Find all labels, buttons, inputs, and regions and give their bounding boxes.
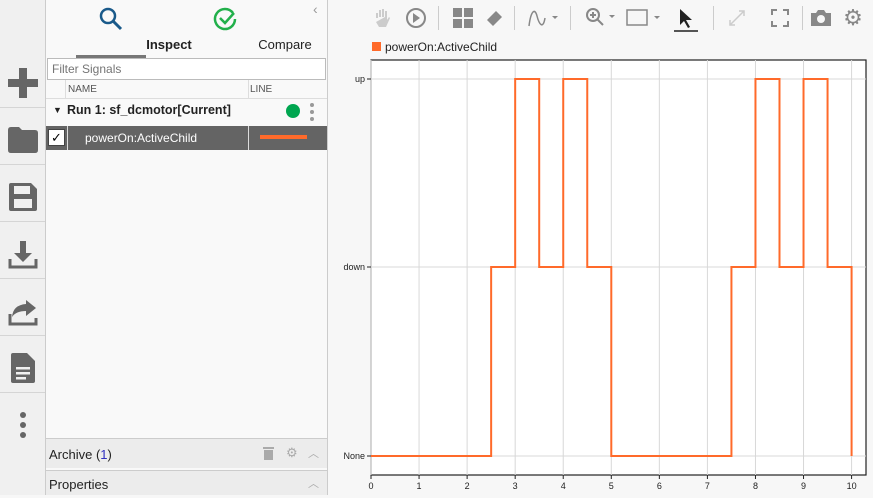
gear-icon: ⚙	[843, 5, 863, 30]
share-icon	[8, 299, 37, 325]
run-menu-icon[interactable]	[309, 102, 315, 122]
pan-button[interactable]	[370, 6, 394, 30]
plot-toolbar: ⚙	[328, 0, 873, 36]
x-tick-label: 6	[657, 481, 662, 491]
x-tick-label: 7	[705, 481, 710, 491]
run-row[interactable]: ▼ Run 1: sf_dcmotor[Current]	[46, 99, 327, 125]
cursor-button[interactable]	[674, 6, 698, 32]
settings-button[interactable]: ⚙	[841, 5, 865, 30]
fullscreen-button[interactable]	[768, 6, 792, 30]
run-status-dot	[286, 104, 300, 118]
download-icon	[8, 240, 37, 268]
x-tick-label: 0	[368, 481, 373, 491]
search-icon	[99, 7, 123, 31]
signal-row[interactable]: ✓ powerOn:ActiveChild	[46, 126, 327, 150]
zoom-button[interactable]	[584, 6, 620, 30]
expand-button[interactable]	[725, 6, 749, 30]
tab-compare[interactable]: Compare	[165, 0, 312, 58]
new-button[interactable]	[0, 58, 45, 108]
document-icon	[10, 352, 35, 383]
save-button[interactable]	[0, 172, 45, 222]
signal-checkbox[interactable]: ✓	[48, 129, 65, 146]
clear-button[interactable]	[483, 6, 507, 30]
play-circle-icon	[406, 8, 426, 28]
tab-inspect[interactable]: Inspect	[49, 0, 192, 58]
camera-icon	[811, 10, 831, 26]
x-tick-label: 5	[609, 481, 614, 491]
plot-area: 0 1 2 3 4 5 6 7 8 9 10 None down up powerOn:ActiveChil…	[328, 36, 873, 495]
fit-to-view-button[interactable]	[626, 6, 666, 30]
y-tick-label: down	[343, 262, 365, 272]
archive-settings-icon[interactable]: ⚙	[286, 445, 298, 461]
expand-arrows-icon	[729, 10, 745, 26]
signal-table-header: NAME LINE	[46, 80, 327, 99]
grid-layout-icon	[453, 8, 473, 28]
plus-icon	[7, 67, 38, 98]
x-tick-label: 2	[465, 481, 470, 491]
more-button[interactable]	[0, 400, 45, 450]
archive-section[interactable]: Archive (1) ⚙ ︿	[46, 438, 327, 468]
column-name[interactable]: NAME	[68, 84, 97, 95]
folder-icon	[7, 126, 38, 153]
trash-icon[interactable]	[263, 446, 274, 460]
share-button[interactable]	[0, 286, 45, 336]
x-tick-label: 9	[801, 481, 806, 491]
zoom-in-icon	[586, 8, 615, 26]
left-toolbar	[0, 0, 46, 495]
report-button[interactable]	[0, 343, 45, 393]
x-tick-label: 10	[847, 481, 857, 491]
fit-view-icon	[626, 9, 660, 26]
archive-collapse-icon[interactable]: ︿	[308, 445, 319, 461]
legend-swatch	[372, 42, 381, 51]
properties-section[interactable]: Properties ︿	[46, 470, 327, 495]
x-tick-label: 1	[417, 481, 422, 491]
expand-triangle-icon[interactable]: ▼	[53, 105, 62, 115]
signal-name: powerOn:ActiveChild	[85, 131, 198, 145]
replay-button[interactable]	[404, 6, 428, 30]
layout-button[interactable]	[451, 6, 475, 30]
save-icon	[8, 182, 37, 211]
fullscreen-icon	[771, 9, 789, 27]
y-tick-label: up	[355, 74, 365, 84]
visualization-button[interactable]	[526, 6, 562, 30]
chart[interactable]: 0 1 2 3 4 5 6 7 8 9 10 None down up powerOn:ActiveChil…	[328, 36, 873, 495]
archive-label: Archive (1)	[49, 447, 112, 462]
snapshot-button[interactable]	[809, 6, 833, 30]
tab-compare-label: Compare	[258, 37, 312, 52]
open-button[interactable]	[0, 115, 45, 165]
x-tick-label: 3	[513, 481, 518, 491]
y-tick-label: None	[343, 451, 365, 461]
legend-label: powerOn:ActiveChild	[385, 40, 497, 54]
properties-label: Properties	[49, 477, 109, 492]
waveform-icon	[528, 10, 558, 27]
export-button[interactable]	[0, 229, 45, 279]
filter-signals-input[interactable]	[47, 58, 326, 80]
run-label: Run 1: sf_dcmotor[Current]	[67, 103, 231, 117]
x-tick-label: 4	[561, 481, 566, 491]
more-vertical-icon	[19, 412, 26, 438]
eraser-icon	[487, 11, 502, 26]
signal-line-swatch[interactable]	[260, 135, 307, 139]
check-circle-icon	[213, 7, 237, 31]
x-tick-label: 8	[753, 481, 758, 491]
signal-panel: Inspect Compare ‹ NAME LINE ▼ Run 1: sf_…	[46, 0, 328, 495]
hand-icon	[376, 9, 390, 27]
column-line[interactable]: LINE	[250, 84, 272, 95]
properties-collapse-icon[interactable]: ︿	[308, 475, 319, 491]
pointer-icon	[680, 9, 692, 28]
collapse-panel-icon[interactable]: ‹	[313, 1, 318, 17]
